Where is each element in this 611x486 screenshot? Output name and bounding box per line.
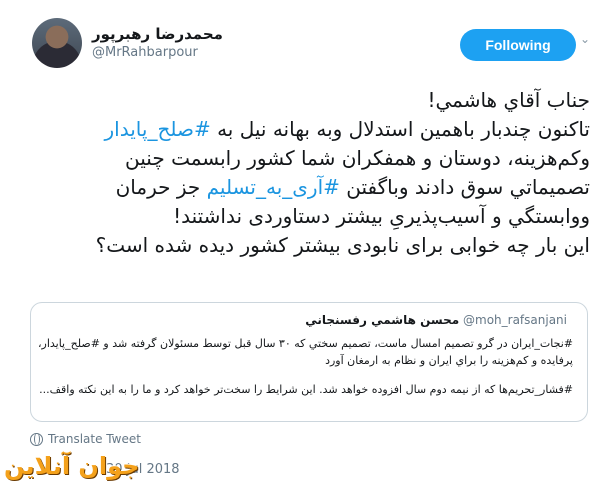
quoted-author-name: محسن هاشمي رفسنجاني [305, 313, 460, 327]
chevron-down-icon[interactable]: ⌄ [580, 32, 590, 46]
author-info[interactable]: محمدرضا رهبرپور @MrRahbarpour [92, 24, 223, 62]
quoted-line: #فشار_تحريم‌ها كه از نيمه دوم سال افزوده… [39, 383, 573, 396]
tweet-text-segment: ووابستگي و آسیب‌پذیریِ بیشتر دستاوردی ند… [173, 204, 590, 228]
hashtag-link[interactable]: #آری_به_تسلیم [207, 175, 340, 199]
quoted-tweet-header: محسن هاشمي رفسنجاني @moh_rafsanjani [305, 313, 573, 327]
quoted-author-handle: @moh_rafsanjani [463, 313, 567, 327]
following-button[interactable]: Following [460, 29, 576, 61]
tweet-line: جناب آقاي هاشمي! [30, 86, 590, 115]
tweet-line: این بار چه خوابی برای نابودی بیشتر کشور … [30, 231, 590, 260]
hashtag-link[interactable]: #صلح_پايدار [105, 117, 211, 141]
quoted-line: #نجات_ايران در گرو تصميم امسال ماست، تصم… [37, 337, 573, 350]
tweet-text-segment: وکم‌هزينه، دوستان و همفکران شما کشور راب… [125, 146, 590, 170]
quoted-tweet[interactable]: محسن هاشمي رفسنجاني @moh_rafsanjani #نجا… [30, 302, 588, 422]
author-display-name[interactable]: محمدرضا رهبرپور [92, 24, 223, 44]
tweet-text-segment: جناب آقاي هاشمي! [427, 88, 590, 112]
tweet-text-segment: جز حرمان [115, 175, 207, 199]
tweet-line: ووابستگي و آسیب‌پذیریِ بیشتر دستاوردی ند… [30, 202, 590, 231]
site-watermark-logo: جوان آنلاین [4, 452, 140, 480]
tweet-text-segment: این بار چه خوابی برای نابودی بیشتر کشور … [95, 233, 590, 257]
quoted-tweet-text: #نجات_ايران در گرو تصميم امسال ماست، تصم… [37, 335, 573, 398]
quoted-line: پرفايده و كم‌هزينه را براي ايران و نظام … [325, 354, 573, 367]
tweet-header: محمدرضا رهبرپور @MrRahbarpour Following … [20, 16, 590, 72]
tweet-text-segment: تصميماتي سوق دادند وباگفتن [339, 175, 590, 199]
avatar[interactable] [32, 18, 82, 68]
globe-icon [30, 432, 43, 446]
tweet-body: جناب آقاي هاشمي! تاکنون چندبار باهمين است… [30, 86, 590, 260]
author-handle[interactable]: @MrRahbarpour [92, 44, 223, 62]
tweet-line: وکم‌هزينه، دوستان و همفکران شما کشور راب… [30, 144, 590, 173]
translate-label[interactable]: Translate Tweet [48, 432, 141, 446]
translate-tweet-link[interactable]: Translate Tweet [30, 432, 141, 446]
tweet-line: تصميماتي سوق دادند وباگفتن #آری_به_تسلیم… [30, 173, 590, 202]
tweet-text-segment: تاکنون چندبار باهمين استدلال وبه بهانه ن… [210, 117, 590, 141]
tweet-line: تاکنون چندبار باهمين استدلال وبه بهانه ن… [30, 115, 591, 144]
